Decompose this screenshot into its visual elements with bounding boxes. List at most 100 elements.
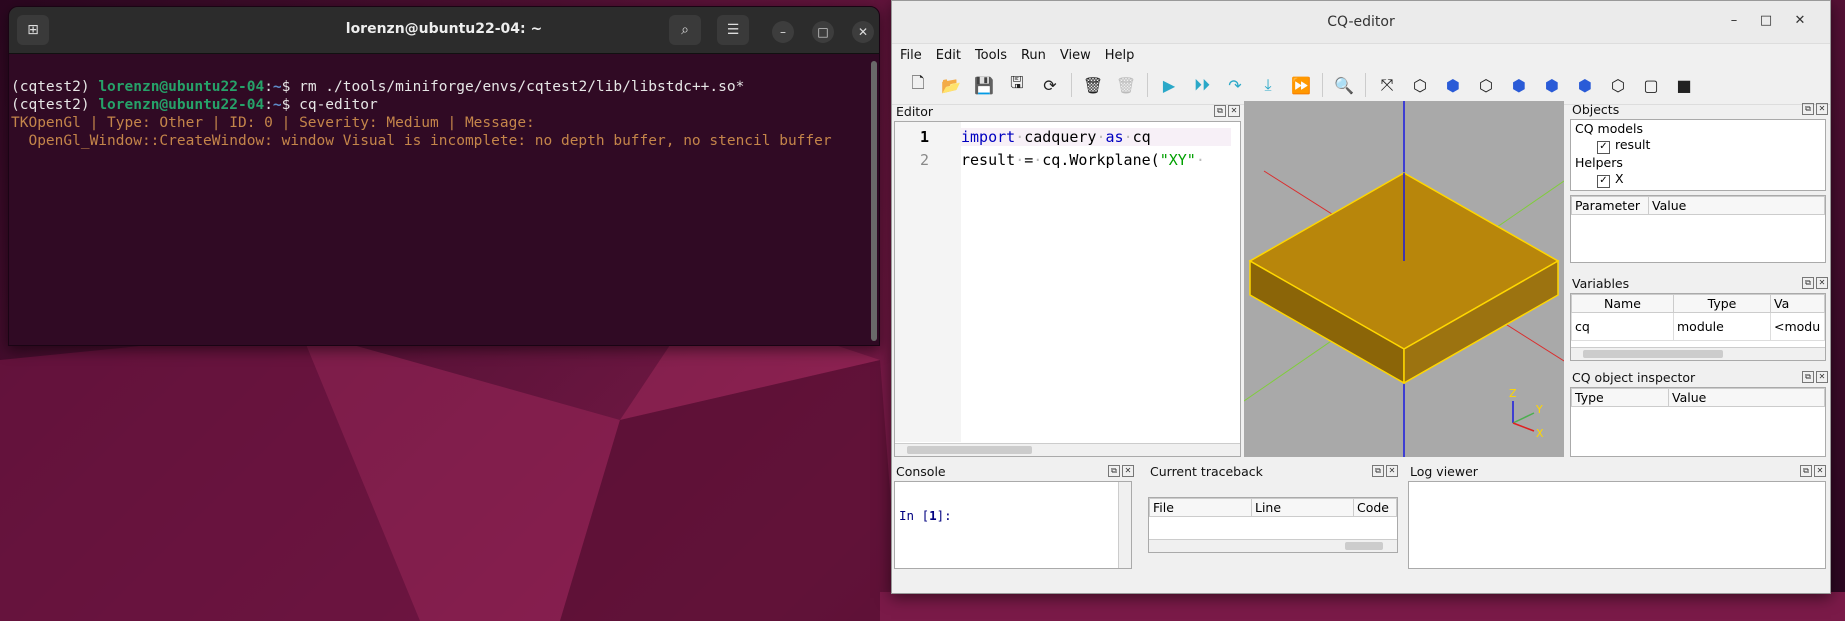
objects-tree[interactable]: CQ models ✓result Helpers ✓X ✓Y	[1570, 119, 1826, 191]
maximize-button[interactable]: □	[1758, 13, 1774, 28]
column-header[interactable]: Va	[1770, 294, 1825, 313]
log-viewer[interactable]	[1408, 481, 1826, 569]
tree-group-cq-models[interactable]: CQ models	[1571, 120, 1825, 137]
close-button[interactable]: ✕	[852, 21, 874, 43]
delete-icon[interactable]: 🗑	[1114, 73, 1138, 97]
close-icon[interactable]: ✕	[1386, 465, 1398, 477]
float-icon[interactable]: ⧉	[1800, 465, 1812, 477]
float-icon[interactable]: ⧉	[1372, 465, 1384, 477]
terminal-window[interactable]: ⊞ lorenzn@ubuntu22-04: ~ ⌕ ☰ – □ ✕ (cqte…	[8, 6, 880, 346]
fit-view-icon[interactable]: ⤧	[1375, 73, 1399, 97]
step-in-icon[interactable]: ⤓	[1256, 73, 1280, 97]
left-view-icon[interactable]: ⬢	[1573, 73, 1597, 97]
column-header[interactable]: Code	[1353, 498, 1397, 517]
close-icon[interactable]: ✕	[1228, 105, 1240, 117]
float-icon[interactable]: ⧉	[1802, 371, 1814, 383]
top-view-icon[interactable]: ⬢	[1441, 73, 1465, 97]
hamburger-icon: ☰	[726, 22, 740, 38]
float-icon[interactable]: ⧉	[1802, 277, 1814, 289]
3d-viewer[interactable]: Z Y X	[1244, 101, 1564, 457]
terminal-scrollbar[interactable]	[871, 61, 877, 341]
column-header[interactable]: File	[1149, 498, 1252, 517]
close-button[interactable]: ✕	[1792, 13, 1808, 28]
traceback-hscrollbar[interactable]	[1149, 539, 1397, 552]
column-header[interactable]: Value	[1668, 388, 1825, 407]
float-icon[interactable]: ⧉	[1108, 465, 1120, 477]
code-editor[interactable]: 1 2 import·cadquery·as·cq result·=·cq.Wo…	[894, 121, 1241, 457]
autoreload-icon[interactable]: ⟳	[1038, 73, 1062, 97]
column-header[interactable]: Parameter	[1571, 196, 1649, 215]
traceback-table[interactable]: File Line Code	[1148, 497, 1398, 553]
checkbox-icon[interactable]: ✓	[1597, 141, 1610, 154]
shaded-icon[interactable]: ■	[1672, 73, 1696, 97]
checkbox-icon[interactable]: ✓	[1597, 175, 1610, 188]
close-icon[interactable]: ✕	[1814, 465, 1826, 477]
clear-icon[interactable]: 🗑	[1081, 73, 1105, 97]
run-icon[interactable]: ▶	[1157, 73, 1181, 97]
step-over-icon[interactable]: ↷	[1223, 73, 1247, 97]
inspector-grid: Type Value	[1571, 388, 1825, 407]
menu-tools[interactable]: Tools	[975, 48, 1007, 63]
variables-hscrollbar[interactable]	[1571, 347, 1825, 360]
float-icon[interactable]: ⧉	[1802, 103, 1814, 115]
wireframe-icon[interactable]: ▢	[1639, 73, 1663, 97]
column-header[interactable]: Name	[1571, 294, 1674, 313]
close-icon[interactable]: ✕	[1816, 371, 1828, 383]
open-file-icon[interactable]: 📂	[939, 73, 963, 97]
terminal-warning: TKOpenGl | Type: Other | ID: 0 | Severit…	[11, 115, 535, 131]
column-header[interactable]: Value	[1648, 196, 1825, 215]
minimize-button[interactable]: –	[1726, 13, 1742, 28]
toolbar-separator	[1147, 73, 1148, 97]
column-header[interactable]: Type	[1571, 388, 1669, 407]
close-icon[interactable]: ✕	[1816, 103, 1828, 115]
tree-item-y[interactable]: ✓Y	[1571, 188, 1825, 190]
menu-button[interactable]: ☰	[717, 15, 749, 45]
inspect-icon[interactable]: 🔍	[1332, 73, 1356, 97]
save-icon[interactable]: 💾	[972, 73, 996, 97]
tree-item-x[interactable]: ✓ X	[1571, 171, 1825, 188]
back-view-icon[interactable]: ⬢	[1540, 73, 1564, 97]
menu-help[interactable]: Help	[1105, 48, 1135, 63]
terminal-output[interactable]: (cqtest2) lorenzn@ubuntu22-04:~$ rm ./to…	[9, 54, 879, 156]
iso-view-icon[interactable]: ⬡	[1408, 73, 1432, 97]
close-icon[interactable]: ✕	[1816, 277, 1828, 289]
new-file-icon[interactable]: 🗋	[906, 73, 930, 97]
front-view-icon[interactable]: ⬢	[1507, 73, 1531, 97]
console-scrollbar[interactable]	[1118, 482, 1131, 568]
code-line: import·cadquery·as·cq	[961, 128, 1231, 146]
float-icon[interactable]: ⧉	[1214, 105, 1226, 117]
console-dock-title: Console ⧉ ✕	[892, 463, 1136, 481]
log-dock: Log viewer ⧉ ✕	[1406, 463, 1828, 571]
editor-hscrollbar[interactable]	[895, 443, 1240, 456]
close-icon[interactable]: ✕	[1122, 465, 1134, 477]
column-header[interactable]: Type	[1673, 294, 1771, 313]
variables-dock: Variables ⧉ ✕ Name Type Va cq module <modu	[1568, 275, 1830, 361]
console-input[interactable]: In [1]:	[894, 481, 1132, 569]
debug-icon[interactable]: ⏵⏵	[1190, 73, 1214, 97]
variables-table[interactable]: Name Type Va cq module <modu	[1570, 293, 1826, 361]
parameters-panel: Parameter Value	[1570, 195, 1826, 263]
toolbar-separator	[1322, 73, 1323, 97]
objects-dock: Objects ⧉ ✕ CQ models ✓ result Helpers ✓ X …	[1568, 101, 1830, 193]
log-dock-title: Log viewer ⧉ ✕	[1406, 463, 1828, 481]
menu-edit[interactable]: Edit	[936, 48, 961, 63]
bottom-view-icon[interactable]: ⬡	[1474, 73, 1498, 97]
tree-item-result[interactable]: ✓ result	[1571, 137, 1825, 154]
save-as-icon[interactable]: 🖫	[1005, 73, 1029, 97]
menu-run[interactable]: Run	[1021, 48, 1046, 63]
parameters-table[interactable]: Parameter Value	[1570, 195, 1826, 263]
search-button[interactable]: ⌕	[669, 15, 701, 45]
tree-group-helpers[interactable]: Helpers	[1571, 154, 1825, 171]
right-view-icon[interactable]: ⬡	[1606, 73, 1630, 97]
minimize-button[interactable]: –	[772, 21, 794, 43]
variables-dock-title: Variables ⧉ ✕	[1568, 275, 1830, 293]
inspector-table[interactable]: Type Value	[1570, 387, 1826, 457]
table-row[interactable]: cq module <modu	[1571, 312, 1825, 341]
cq-editor-window[interactable]: CQ-editor – □ ✕ File Edit Tools Run View…	[891, 0, 1831, 594]
maximize-button[interactable]: □	[812, 21, 834, 43]
column-header[interactable]: Line	[1251, 498, 1354, 517]
menu-view[interactable]: View	[1060, 48, 1091, 63]
menu-file[interactable]: File	[900, 48, 922, 63]
toolbar-separator	[1071, 73, 1072, 97]
continue-icon[interactable]: ⏩	[1289, 73, 1313, 97]
